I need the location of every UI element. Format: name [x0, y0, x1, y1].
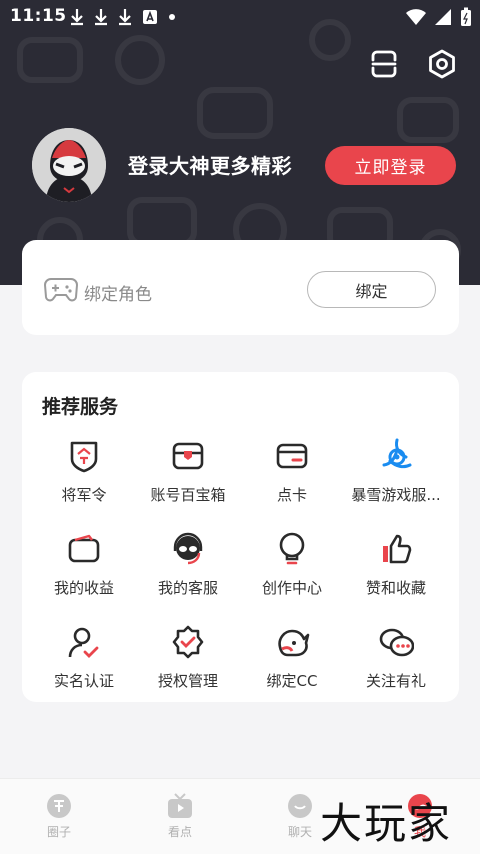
scan-button[interactable] [366, 46, 402, 82]
service-item-creator-center[interactable]: 创作中心 [240, 531, 344, 601]
download-icon [71, 9, 83, 26]
service-label: 点卡 [276, 486, 307, 504]
nav-item-highlights[interactable]: 看点 [145, 793, 215, 840]
service-label: 账号百宝箱 [150, 486, 226, 504]
service-item-general-token[interactable]: 将军令 [32, 438, 136, 508]
status-time: 11:15 [10, 6, 67, 26]
cc-mascot-icon [278, 629, 310, 657]
service-label: 授权管理 [157, 672, 218, 690]
nav-label: 圈子 [46, 825, 71, 839]
services-grid: 将军令 账号百宝箱 点卡 暴雪游戏服... 我的收益 我的客服 创作中心 赞和收… [22, 438, 469, 694]
thumbs-up-icon [383, 534, 412, 564]
bulb-icon [279, 532, 305, 565]
service-item-customer-service[interactable]: 我的客服 [136, 531, 240, 601]
settings-button[interactable] [424, 46, 460, 82]
section-title: 推荐服务 [42, 396, 119, 418]
treasure-box-icon [172, 442, 204, 470]
signal-icon [435, 9, 451, 25]
status-bar: 11:15 [0, 0, 480, 34]
download-icon [119, 9, 131, 26]
notification-icons [70, 8, 176, 26]
battery-icon [461, 7, 471, 26]
bind-role-label: 绑定角色 [84, 285, 152, 305]
watermark: 大玩家 [320, 799, 453, 848]
login-prompt: 登录大神更多精彩 [128, 154, 292, 178]
keyboard-a-icon [143, 10, 157, 24]
service-item-earnings[interactable]: 我的收益 [32, 531, 136, 601]
nav-label: 聊天 [287, 825, 312, 839]
headset-icon [173, 532, 203, 565]
system-icons [406, 7, 472, 27]
gamepad-icon [44, 278, 78, 302]
service-label: 赞和收藏 [365, 579, 426, 597]
service-label: 绑定CC [266, 672, 318, 690]
shield-token-icon [70, 441, 98, 473]
badge-check-icon [172, 625, 204, 659]
nav-item-circle[interactable]: 圈子 [24, 793, 94, 840]
service-label: 实名认证 [53, 672, 114, 690]
ninja-avatar-icon [32, 128, 106, 202]
wallet-icon [68, 534, 100, 563]
service-label: 我的收益 [53, 579, 114, 597]
service-item-account-box[interactable]: 账号百宝箱 [136, 438, 240, 508]
circle-god-icon [47, 794, 71, 818]
wifi-icon [406, 9, 426, 25]
login-button[interactable]: 立即登录 [325, 146, 456, 185]
dot-icon [169, 14, 175, 20]
service-item-authorization[interactable]: 授权管理 [136, 624, 240, 694]
service-label: 关注有礼 [365, 672, 426, 690]
service-label: 创作中心 [261, 579, 322, 597]
chat-bubbles-icon [379, 628, 414, 657]
service-label: 我的客服 [157, 579, 218, 597]
bind-button[interactable]: 绑定 [307, 271, 436, 308]
avatar[interactable] [32, 128, 106, 202]
user-verify-icon [68, 627, 99, 658]
service-item-point-card[interactable]: 点卡 [240, 438, 344, 508]
service-label: 将军令 [61, 486, 107, 504]
card-icon [276, 443, 308, 469]
recommended-services-card: 推荐服务 将军令 账号百宝箱 点卡 暴雪游戏服... 我的收益 我的客服 创作中… [22, 372, 459, 702]
service-item-likes-favorites[interactable]: 赞和收藏 [344, 531, 448, 601]
chat-icon [288, 794, 312, 818]
service-item-bind-cc[interactable]: 绑定CC [240, 624, 344, 694]
service-item-real-name[interactable]: 实名认证 [32, 624, 136, 694]
blizzard-icon [382, 438, 412, 469]
bind-role-card: 绑定角色 绑定 [22, 240, 459, 335]
tv-icon [168, 793, 192, 818]
settings-hexagon-icon [429, 49, 455, 79]
download-icon [95, 9, 107, 26]
scan-icon [371, 50, 397, 78]
nav-label: 看点 [167, 825, 192, 839]
service-label: 暴雪游戏服... [351, 486, 441, 504]
service-item-blizzard[interactable]: 暴雪游戏服... [344, 438, 448, 508]
service-item-follow-gift[interactable]: 关注有礼 [344, 624, 448, 694]
